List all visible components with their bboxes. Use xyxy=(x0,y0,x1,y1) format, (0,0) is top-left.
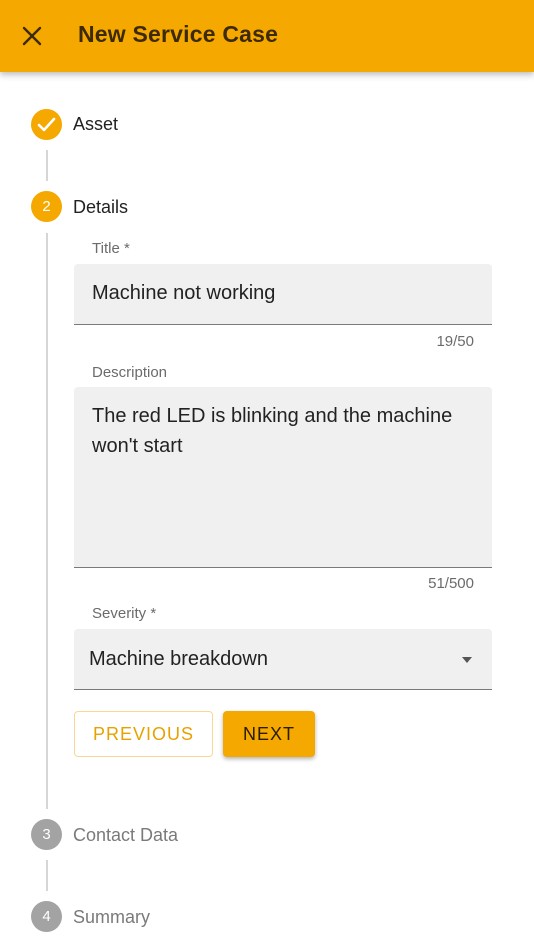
description-char-counter: 51/500 xyxy=(428,575,474,592)
description-field-value: The red LED is blinking and the machine … xyxy=(92,405,453,457)
step-details-label[interactable]: Details xyxy=(73,197,128,218)
close-button[interactable] xyxy=(12,16,52,56)
check-icon xyxy=(37,117,56,132)
step-connector xyxy=(46,860,48,891)
title-field[interactable]: Machine not working xyxy=(74,264,492,325)
severity-field-label: Severity * xyxy=(92,605,157,622)
title-char-counter: 19/50 xyxy=(436,333,474,350)
step-details-marker[interactable]: 2 xyxy=(31,191,62,222)
next-button[interactable]: NEXT xyxy=(223,711,315,757)
step-asset-marker[interactable] xyxy=(31,109,62,140)
step-connector xyxy=(46,150,48,181)
app-bar: New Service Case xyxy=(0,0,534,72)
step-summary-marker[interactable]: 4 xyxy=(31,901,62,932)
step-asset-label[interactable]: Asset xyxy=(73,114,118,135)
description-field[interactable]: The red LED is blinking and the machine … xyxy=(74,387,492,568)
step-contact-data-label[interactable]: Contact Data xyxy=(73,825,178,846)
step-summary-label[interactable]: Summary xyxy=(73,907,150,928)
step-contact-data-marker[interactable]: 3 xyxy=(31,819,62,850)
severity-select[interactable]: Machine breakdown xyxy=(74,629,492,690)
page-title: New Service Case xyxy=(78,21,279,47)
description-field-label: Description xyxy=(92,364,168,381)
severity-select-value: Machine breakdown xyxy=(89,648,268,670)
title-field-value: Machine not working xyxy=(92,282,276,304)
step-connector xyxy=(46,233,48,809)
previous-button[interactable]: PREVIOUS xyxy=(74,711,213,757)
caret-down-icon xyxy=(462,657,472,663)
close-icon xyxy=(22,26,42,46)
title-field-label: Title * xyxy=(92,240,130,257)
